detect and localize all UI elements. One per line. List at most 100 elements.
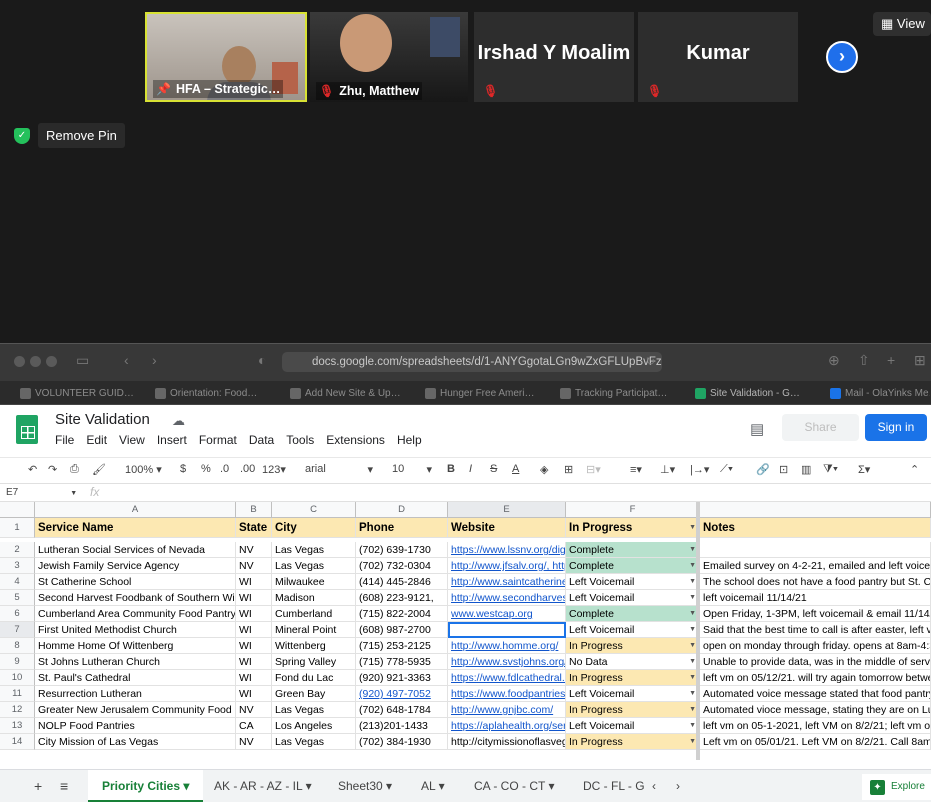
data-cell[interactable]: WI	[236, 654, 272, 670]
insert-comment-icon[interactable]: ⊡	[779, 463, 788, 476]
text-rotation-icon[interactable]: ⟋▾	[720, 463, 733, 476]
data-cell[interactable]: Homme Home Of Wittenberg	[35, 638, 236, 654]
data-cell[interactable]: Las Vegas	[272, 558, 356, 574]
data-cell[interactable]: NV	[236, 734, 272, 750]
data-cell[interactable]	[448, 622, 566, 638]
data-cell[interactable]: NOLP Food Pantries	[35, 718, 236, 734]
data-cell[interactable]: https://www.foodpantries.o	[448, 686, 566, 702]
data-cell[interactable]: (715) 253-2125	[356, 638, 448, 654]
menu-help[interactable]: Help	[397, 433, 422, 447]
data-cell[interactable]: Spring Valley	[272, 654, 356, 670]
remove-pin-button[interactable]: Remove Pin	[38, 123, 125, 148]
forward-icon[interactable]: ›	[152, 352, 157, 368]
row-header[interactable]: 11	[0, 686, 35, 702]
borders-icon[interactable]: ⊞	[564, 463, 573, 476]
data-cell[interactable]: Las Vegas	[272, 702, 356, 718]
browser-tab[interactable]: Add New Site & Up…	[290, 385, 410, 401]
font-select[interactable]: arial ▾	[305, 463, 373, 476]
minimize-window-icon[interactable]	[30, 356, 41, 367]
data-cell[interactable]: St Catherine School	[35, 574, 236, 590]
dropdown-arrow-icon[interactable]: ▼	[689, 734, 696, 749]
data-cell[interactable]: Resurrection Lutheran	[35, 686, 236, 702]
row-header[interactable]: 9	[0, 654, 35, 670]
scroll-tabs-right-icon[interactable]: ›	[676, 770, 680, 802]
name-box[interactable]: E7 ▼	[6, 487, 77, 498]
data-cell[interactable]: left voicemail 11/14/21	[700, 590, 931, 606]
data-cell[interactable]: St. Paul's Cathedral	[35, 670, 236, 686]
column-header[interactable]: A	[35, 502, 236, 518]
browser-tab[interactable]: Tracking Participat…	[560, 385, 680, 401]
menu-file[interactable]: File	[55, 433, 74, 447]
data-cell[interactable]: Milwaukee	[272, 574, 356, 590]
browser-tab[interactable]: Hunger Free Ameri…	[425, 385, 545, 401]
data-cell[interactable]: In Progress ▼	[566, 702, 700, 718]
data-cell[interactable]: Left Voicemail ▼	[566, 590, 700, 606]
header-cell[interactable]: Website	[448, 518, 566, 538]
fill-color-icon[interactable]: ◈	[540, 463, 548, 476]
dropdown-arrow-icon[interactable]: ▼	[689, 670, 696, 685]
column-header[interactable]: C	[272, 502, 356, 518]
reload-icon[interactable]: ↻	[646, 355, 655, 368]
functions-icon[interactable]: Σ▾	[858, 463, 870, 476]
data-cell[interactable]: https://aplahealth.org/serv	[448, 718, 566, 734]
data-cell[interactable]: (608) 987-2700	[356, 622, 448, 638]
remove-pin-control[interactable]: ✓ Remove Pin	[14, 123, 125, 148]
data-cell[interactable]: http://www.svstjohns.org/	[448, 654, 566, 670]
dropdown-arrow-icon[interactable]: ▼	[689, 590, 696, 605]
data-cell[interactable]: https://www.lssnv.org/digit	[448, 542, 566, 558]
vertical-align-icon[interactable]: ⊥▾	[660, 463, 675, 476]
column-header[interactable]: E	[448, 502, 566, 518]
italic-icon[interactable]: I	[469, 463, 472, 475]
currency-format-icon[interactable]: $	[180, 463, 186, 475]
data-cell[interactable]: Left Voicemail ▼	[566, 718, 700, 734]
menu-format[interactable]: Format	[199, 433, 237, 447]
merge-cells-icon[interactable]: ⊟▾	[586, 463, 601, 476]
dropdown-arrow-icon[interactable]: ▼	[689, 638, 696, 653]
more-formats-select[interactable]: 123▾	[262, 463, 286, 476]
view-button[interactable]: ▦ View	[873, 12, 931, 36]
data-cell[interactable]: No Data ▼	[566, 654, 700, 670]
data-cell[interactable]: Second Harvest Foodbank of Southern Wisc	[35, 590, 236, 606]
data-cell[interactable]: St Johns Lutheran Church	[35, 654, 236, 670]
data-cell[interactable]: http://www.gnjbc.com/	[448, 702, 566, 718]
data-cell[interactable]: Lutheran Social Services of Nevada	[35, 542, 236, 558]
data-cell[interactable]: (920) 921-3363	[356, 670, 448, 686]
dropdown-arrow-icon[interactable]: ▼	[689, 574, 696, 589]
data-cell[interactable]: WI	[236, 574, 272, 590]
data-cell[interactable]: Cumberland Area Community Food Pantry	[35, 606, 236, 622]
data-cell[interactable]: WI	[236, 622, 272, 638]
all-sheets-icon[interactable]: ≡	[60, 770, 68, 802]
data-cell[interactable]: WI	[236, 606, 272, 622]
header-cell[interactable]: In Progress ▼	[566, 518, 700, 538]
row-header[interactable]: 13	[0, 718, 35, 734]
menu-insert[interactable]: Insert	[157, 433, 187, 447]
data-cell[interactable]: Fond du Lac	[272, 670, 356, 686]
data-cell[interactable]: WI	[236, 686, 272, 702]
scroll-tabs-left-icon[interactable]: ‹	[652, 770, 656, 802]
data-cell[interactable]: http://www.jfsalv.org/, http:	[448, 558, 566, 574]
data-cell[interactable]: Mineral Point	[272, 622, 356, 638]
data-cell[interactable]: left vm on 05/12/21. will try again tomo…	[700, 670, 931, 686]
data-cell[interactable]: (920) 497-7052	[356, 686, 448, 702]
participant-tile[interactable]: Irshad Y Moalim 🎙	[474, 12, 634, 102]
row-header[interactable]: 14	[0, 734, 35, 750]
next-page-arrow-icon[interactable]: ›	[826, 41, 858, 73]
column-header[interactable]	[700, 502, 931, 518]
row-header[interactable]: 1	[0, 518, 35, 538]
data-cell[interactable]: Complete ▼	[566, 542, 700, 558]
data-cell[interactable]: NV	[236, 702, 272, 718]
data-cell[interactable]: Left Voicemail ▼	[566, 686, 700, 702]
data-cell[interactable]: (213)201-1433	[356, 718, 448, 734]
data-cell[interactable]: Automated vioce message, stating they ar…	[700, 702, 931, 718]
menu-data[interactable]: Data	[249, 433, 274, 447]
horizontal-align-icon[interactable]: ≡▾	[630, 463, 642, 476]
data-cell[interactable]: CA	[236, 718, 272, 734]
data-cell[interactable]: Left Voicemail ▼	[566, 574, 700, 590]
row-header[interactable]: 3	[0, 558, 35, 574]
address-bar[interactable]: docs.google.com/spreadsheets/d/1-ANYGgot…	[282, 352, 662, 372]
data-cell[interactable]: Unable to provide data, was in the middl…	[700, 654, 931, 670]
row-header[interactable]: 12	[0, 702, 35, 718]
column-header[interactable]: B	[236, 502, 272, 518]
data-cell[interactable]: Cumberland	[272, 606, 356, 622]
add-sheet-icon[interactable]: +	[34, 770, 42, 802]
